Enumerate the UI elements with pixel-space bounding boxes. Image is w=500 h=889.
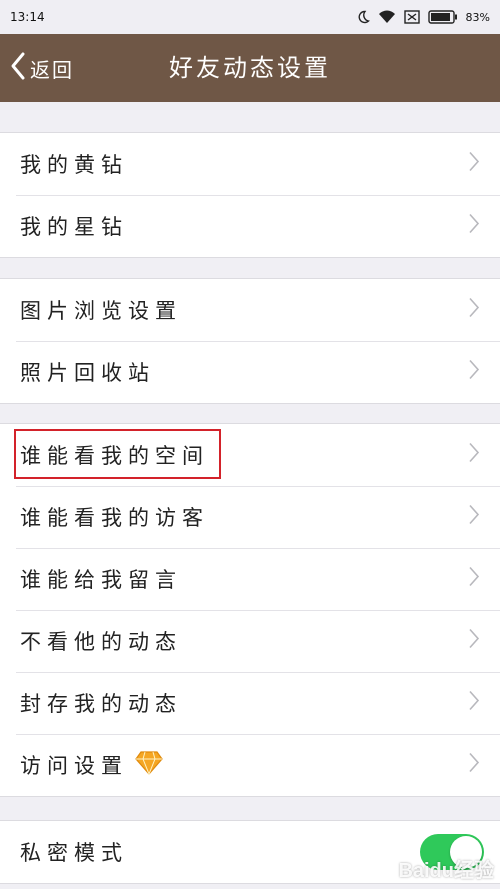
list-item-label: 访问设置	[20, 754, 128, 778]
settings-group-photos: 图片浏览设置 照片回收站	[0, 278, 500, 404]
chevron-right-icon	[468, 752, 480, 779]
chevron-left-icon	[10, 51, 26, 85]
list-item-label: 封存我的动态	[20, 692, 182, 716]
settings-group-private-mode: 私密模式	[0, 820, 500, 884]
wifi-icon	[378, 10, 396, 24]
list-item-archive-my-feed[interactable]: 封存我的动态	[0, 672, 500, 734]
list-item-who-can-see-my-visitors[interactable]: 谁能看我的访客	[0, 486, 500, 548]
chevron-right-icon	[468, 504, 480, 531]
status-bar: 13:14 83%	[0, 0, 500, 34]
list-item-photo-recycle-bin[interactable]: 照片回收站	[0, 341, 500, 403]
chevron-right-icon	[468, 442, 480, 469]
list-item-who-can-leave-messages[interactable]: 谁能给我留言	[0, 548, 500, 610]
list-item-yellow-diamond[interactable]: 我的黄钻	[0, 133, 500, 195]
chevron-right-icon	[468, 297, 480, 324]
moon-icon	[356, 10, 370, 24]
diamond-icon	[134, 750, 164, 781]
list-item-who-can-see-my-space[interactable]: 谁能看我的空间	[0, 424, 500, 486]
chevron-right-icon	[468, 628, 480, 655]
list-item-label: 我的星钻	[20, 215, 128, 239]
list-item-label: 谁能给我留言	[20, 568, 182, 592]
list-item-star-diamond[interactable]: 我的星钻	[0, 195, 500, 257]
settings-group-diamonds: 我的黄钻 我的星钻	[0, 132, 500, 258]
list-item-label: 谁能看我的访客	[20, 506, 209, 530]
back-label: 返回	[30, 57, 74, 82]
status-icons: 83%	[356, 10, 490, 24]
nav-bar: 返回 好友动态设置	[0, 34, 500, 102]
list-item-label: 不看他的动态	[20, 630, 182, 654]
list-item-label: 照片回收站	[20, 361, 155, 385]
list-item-label: 我的黄钻	[20, 153, 128, 177]
list-item-private-mode: 私密模式	[0, 821, 500, 883]
status-time: 13:14	[10, 10, 45, 24]
settings-group-privacy: 谁能看我的空间 谁能看我的访客 谁能给我留言 不看他的动态 封存我的动态 访问设…	[0, 423, 500, 797]
toggle-knob	[450, 836, 482, 868]
sim-off-icon	[403, 10, 420, 24]
list-item-label: 谁能看我的空间	[20, 444, 209, 468]
private-mode-toggle[interactable]	[420, 834, 484, 870]
page-title: 好友动态设置	[169, 54, 331, 82]
battery-icon	[427, 10, 458, 24]
chevron-right-icon	[468, 213, 480, 240]
battery-percent: 83%	[465, 10, 490, 24]
back-button[interactable]: 返回	[0, 34, 74, 102]
chevron-right-icon	[468, 359, 480, 386]
list-item-label: 图片浏览设置	[20, 299, 182, 323]
list-item-hide-their-feed[interactable]: 不看他的动态	[0, 610, 500, 672]
chevron-right-icon	[468, 151, 480, 178]
list-item-access-settings[interactable]: 访问设置	[0, 734, 500, 796]
chevron-right-icon	[468, 690, 480, 717]
list-item-label: 私密模式	[20, 841, 128, 865]
chevron-right-icon	[468, 566, 480, 593]
list-item-image-browse-settings[interactable]: 图片浏览设置	[0, 279, 500, 341]
